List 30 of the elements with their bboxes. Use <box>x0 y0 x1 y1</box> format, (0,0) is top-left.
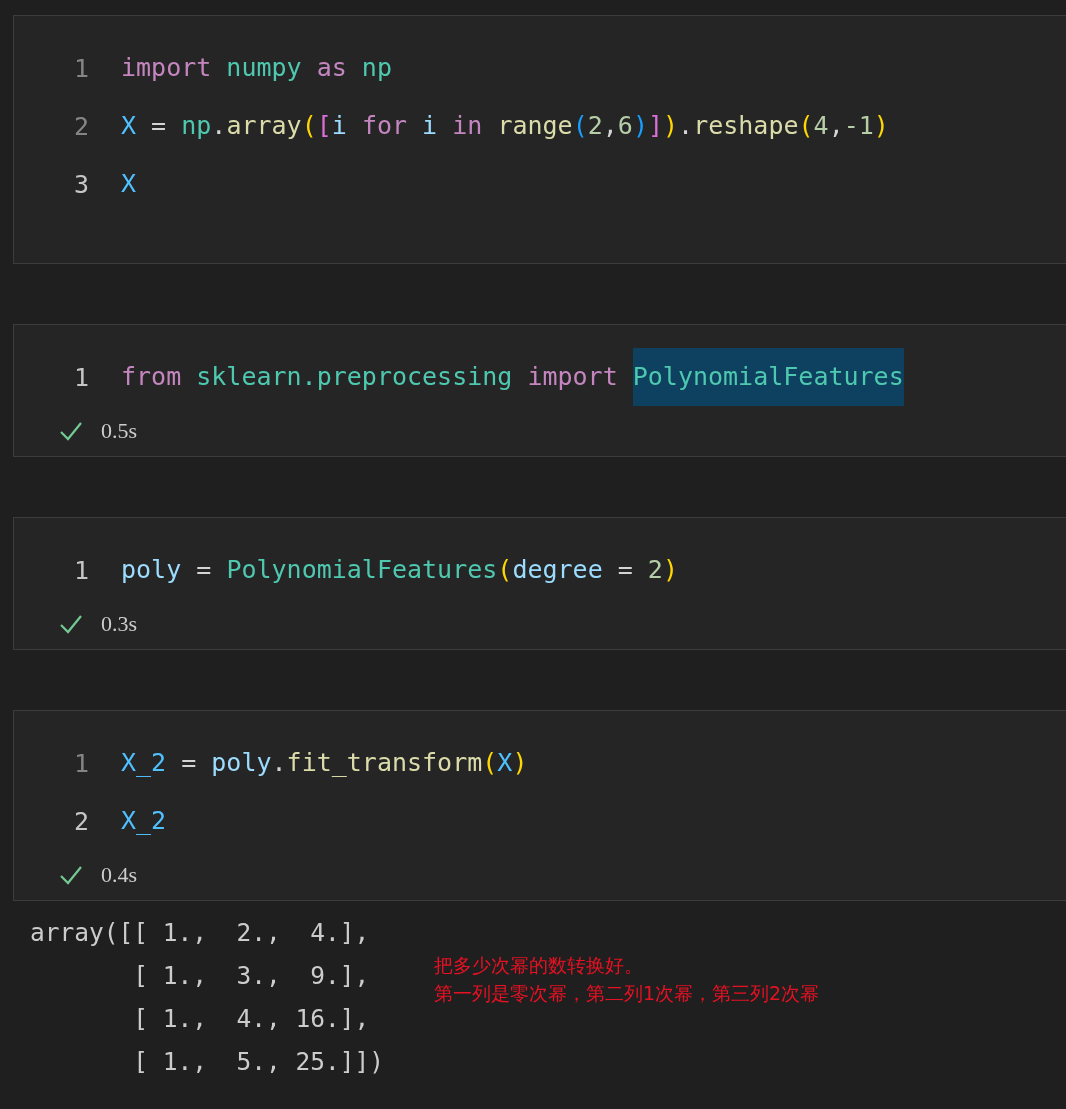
annotation-text: 第一列是零次幂，第二列1次幂，第三列2次幂 <box>434 981 820 1006</box>
code-cell[interactable]: 1 from sklearn.preprocessing import PolynomialFeatures 0.5s <box>13 324 1066 457</box>
output-line: [ 1., 3., 9.], <box>132 960 371 992</box>
line-number: 1 <box>72 748 90 778</box>
line-number: 2 <box>72 111 90 141</box>
execution-time: 0.3s <box>101 611 138 637</box>
code-line: import numpy as np <box>121 52 392 84</box>
code-cell[interactable]: 1 X_2 = poly.fit_transform(X) 2 X_2 0.4s <box>13 710 1066 901</box>
output-line: [ 1., 4., 16.], <box>132 1003 371 1035</box>
annotation-text: 把多少次幂的数转换好。 <box>434 953 644 978</box>
code-line: poly = PolynomialFeatures(degree = 2) <box>121 554 678 586</box>
output-line: array([[ 1., 2., 4.], <box>30 917 371 949</box>
code-line: X = np.array([i for i in range(2,6)]).reshape(4,-1) <box>121 110 889 142</box>
check-icon <box>59 614 83 634</box>
check-icon <box>59 421 83 441</box>
code-line: from sklearn.preprocessing import PolynomialFeatures <box>121 348 904 406</box>
line-number: 1 <box>72 362 90 392</box>
execution-time: 0.4s <box>101 862 138 888</box>
output-line: [ 1., 5., 25.]]) <box>132 1046 384 1078</box>
code-line: X <box>121 168 137 200</box>
code-line: X_2 <box>121 805 167 837</box>
line-number: 3 <box>72 169 90 199</box>
code-cell[interactable]: 1 poly = PolynomialFeatures(degree = 2) 0.3s <box>13 517 1066 650</box>
line-number: 1 <box>72 53 90 83</box>
code-cell[interactable]: 1 import numpy as np 2 X = np.array([i for i in range(2,6)]).reshape(4,-1) 3 X <box>13 15 1066 264</box>
check-icon <box>59 865 83 885</box>
execution-time: 0.5s <box>101 418 138 444</box>
code-line: X_2 = poly.fit_transform(X) <box>121 747 528 779</box>
line-number: 1 <box>72 555 90 585</box>
line-number: 2 <box>72 806 90 836</box>
